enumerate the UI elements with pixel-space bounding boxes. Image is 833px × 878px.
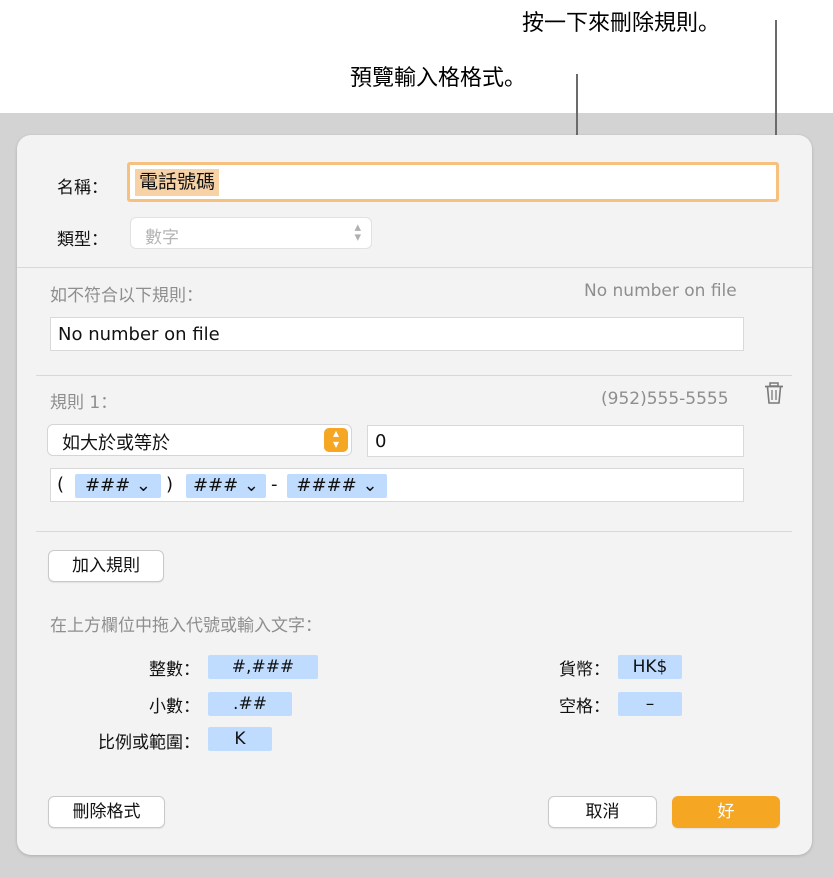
scale-token[interactable]: K <box>208 727 272 751</box>
divider-top <box>17 267 812 268</box>
decimal-label: 小數： <box>149 697 200 717</box>
callout-preview-format: 預覽輸入格格式。 <box>350 66 527 91</box>
scale-label: 比例或範圍： <box>98 733 200 753</box>
name-label: 名稱： <box>57 178 108 198</box>
delete-format-button[interactable]: 刪除格式 <box>48 796 165 828</box>
condition-number-field[interactable]: 0 <box>367 425 744 457</box>
type-popup-value: 數字 <box>145 228 179 248</box>
format-field[interactable]: ( ### ⌄ ) ### ⌄ - #### ⌄ <box>50 468 744 502</box>
condition-popup[interactable]: 如大於或等於 ▴ ▾ <box>47 424 352 456</box>
integer-token[interactable]: #,### <box>208 655 318 679</box>
no-match-field-value: No number on file <box>58 324 220 345</box>
no-match-field[interactable]: No number on file <box>50 317 744 351</box>
trash-icon[interactable] <box>764 382 784 404</box>
format-open-paren: ( <box>57 474 65 495</box>
currency-label: 貨幣： <box>559 660 610 680</box>
rule1-label: 規則 1： <box>50 393 118 413</box>
name-field-value: 電話號碼 <box>135 169 220 196</box>
format-token-prefix[interactable]: ### ⌄ <box>186 474 266 498</box>
callout-delete-rule: 按一下來刪除規則。 <box>522 11 721 36</box>
type-popup[interactable]: 數字 ▴ ▾ <box>130 217 372 249</box>
add-rule-button[interactable]: 加入規則 <box>48 550 164 582</box>
format-dialog: 名稱： 電話號碼 類型： 數字 ▴ ▾ 如不符合以下規則： No number o… <box>17 135 812 855</box>
space-token[interactable]: – <box>618 692 682 716</box>
format-close-paren: ) <box>166 474 174 495</box>
type-label: 類型： <box>57 230 108 250</box>
condition-popup-value: 如大於或等於 <box>62 433 170 454</box>
hint-text: 在上方欄位中拖入代號或輸入文字： <box>50 616 322 636</box>
space-label: 空格： <box>559 697 610 717</box>
integer-label: 整數： <box>149 660 200 680</box>
divider-rules <box>36 375 792 376</box>
condition-number-value: 0 <box>375 431 387 452</box>
decimal-token[interactable]: .## <box>208 692 292 716</box>
chevron-updown-icon: ▴ ▾ <box>354 220 361 245</box>
no-match-label: 如不符合以下規則： <box>50 286 203 306</box>
no-match-preview: No number on file <box>584 281 737 301</box>
rule1-preview: (952)555-5555 <box>601 389 729 409</box>
format-dash: - <box>271 474 278 495</box>
format-token-area[interactable]: ### ⌄ <box>75 474 161 498</box>
ok-button[interactable]: 好 <box>672 796 780 828</box>
name-field[interactable]: 電話號碼 <box>127 162 779 202</box>
format-token-line[interactable]: #### ⌄ <box>287 474 387 498</box>
divider-add-rule <box>36 531 792 532</box>
cancel-button[interactable]: 取消 <box>548 796 657 828</box>
currency-token[interactable]: HK$ <box>618 655 682 679</box>
chevron-updown-icon: ▴ ▾ <box>324 427 348 452</box>
